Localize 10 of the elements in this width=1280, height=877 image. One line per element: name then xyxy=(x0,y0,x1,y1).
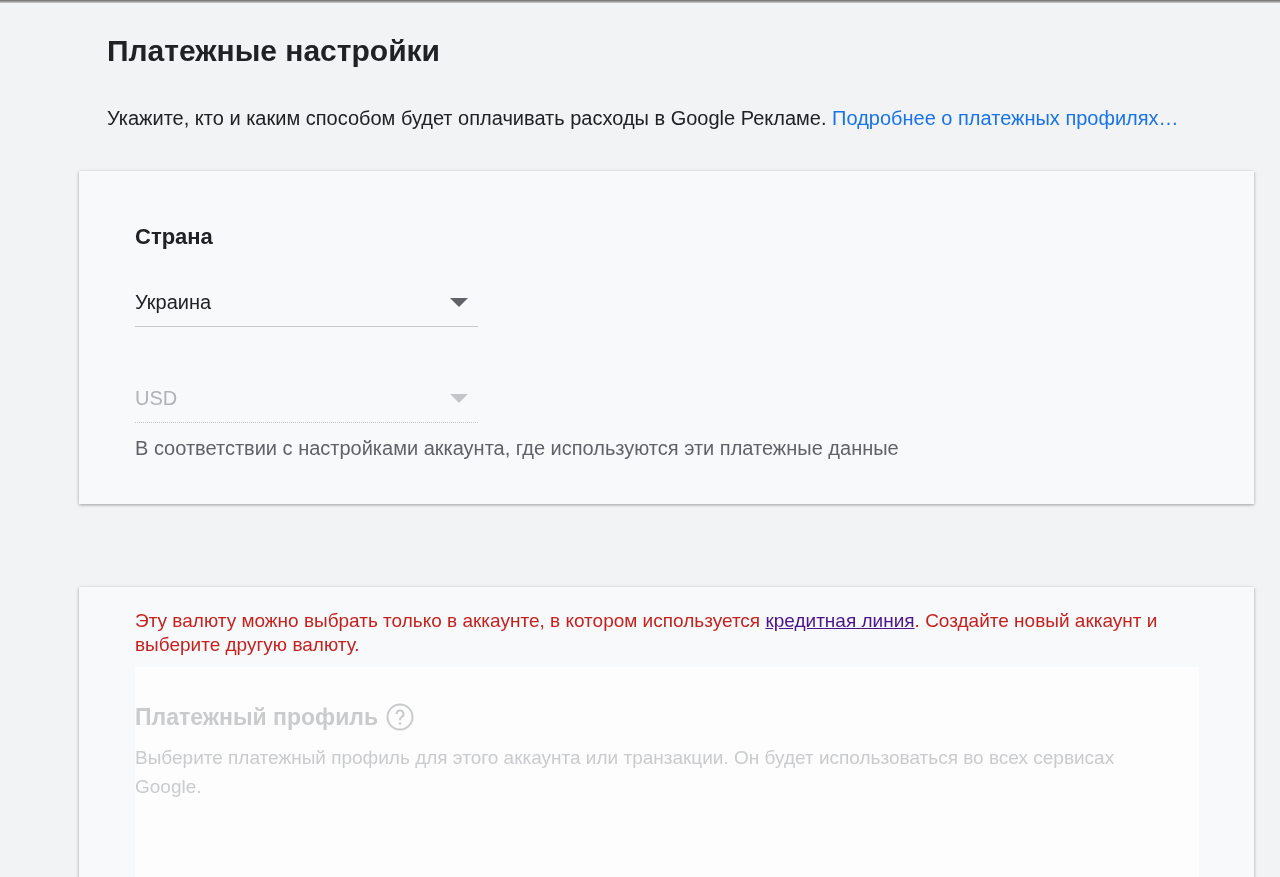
country-heading: Страна xyxy=(135,223,214,251)
credit-line-link[interactable]: кредитная линия xyxy=(765,610,915,631)
page-title: Платежные настройки xyxy=(107,33,442,69)
currency-hint: В соответствии с настройками аккаунта, где используются эти платежные данные xyxy=(135,437,900,460)
learn-more-link[interactable]: Подробнее о платежных профилях… xyxy=(832,107,1179,129)
dropdown-caret-icon xyxy=(450,298,468,307)
intro-text: Укажите, кто и каким способом будет оплачивать расходы в Google Рекламе. Подробнее о платежных профилях… xyxy=(107,106,1180,131)
error-message: Эту валюту можно выбрать только в аккаунте, в котором используется кредитная линия. Создайте новый аккаунт и выберите другую валюту. xyxy=(135,609,1159,657)
dropdown-caret-icon xyxy=(450,394,468,403)
country-dropdown[interactable]: Украина xyxy=(135,279,478,327)
